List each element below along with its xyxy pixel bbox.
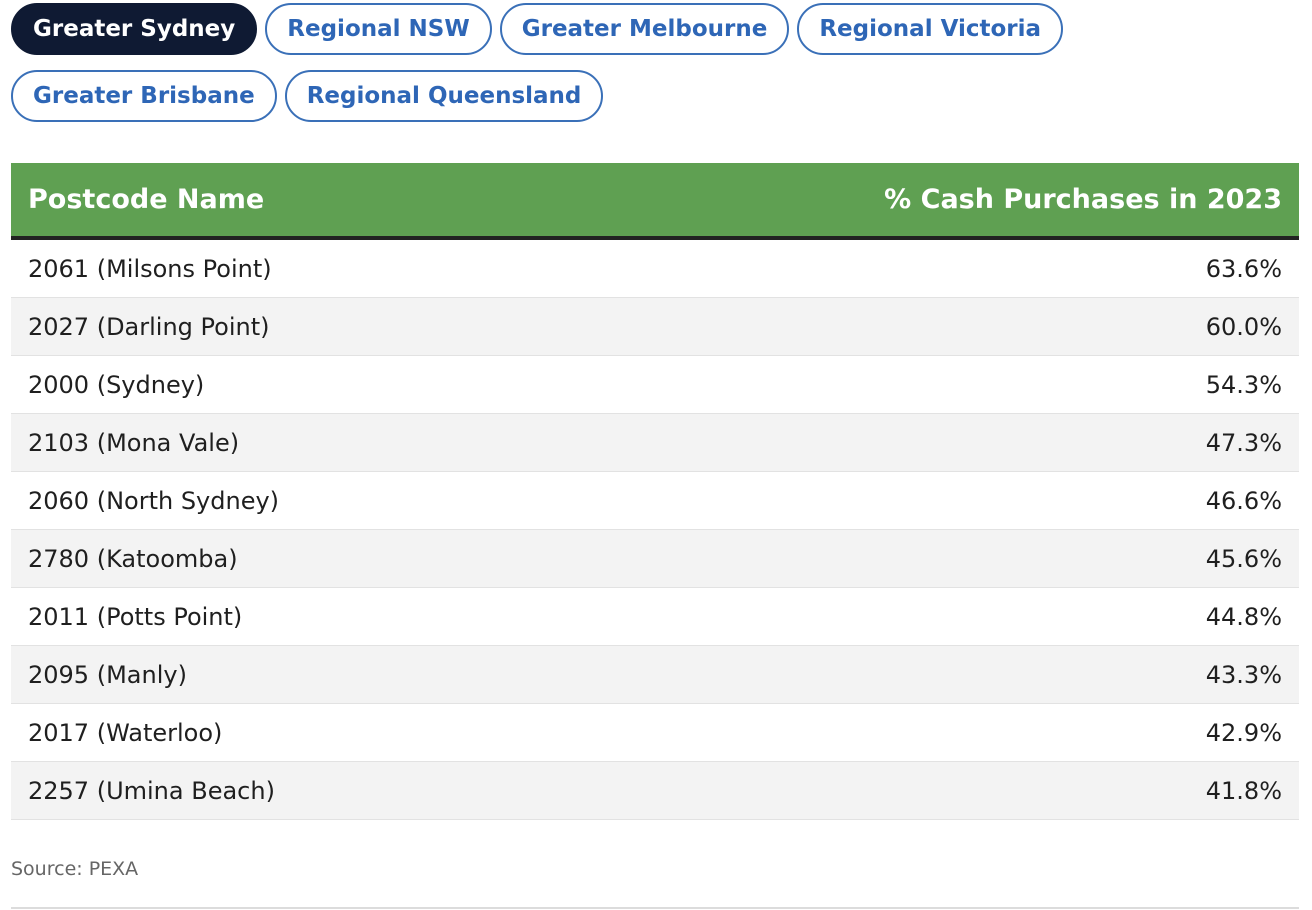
postcode-name-cell: 2000 (Sydney) (28, 370, 205, 399)
column-header-postcode-name: Postcode Name (28, 184, 265, 215)
table-body: 2061 (Milsons Point) 63.6% 2027 (Darling… (11, 240, 1299, 820)
cash-percent-cell: 63.6% (1205, 254, 1282, 283)
cash-percent-cell: 54.3% (1205, 370, 1282, 399)
table-row: 2103 (Mona Vale) 47.3% (11, 414, 1299, 472)
cash-percent-cell: 43.3% (1205, 660, 1282, 689)
postcode-name-cell: 2027 (Darling Point) (28, 312, 270, 341)
region-tabs: Greater Sydney Regional NSW Greater Melb… (11, 3, 1301, 122)
cash-purchases-table: Postcode Name % Cash Purchases in 2023 2… (11, 163, 1299, 820)
tab-regional-victoria[interactable]: Regional Victoria (797, 3, 1064, 55)
tab-greater-melbourne[interactable]: Greater Melbourne (499, 3, 790, 55)
tab-greater-brisbane[interactable]: Greater Brisbane (11, 70, 277, 122)
cash-percent-cell: 44.8% (1205, 602, 1282, 631)
table-header: Postcode Name % Cash Purchases in 2023 (11, 163, 1299, 240)
table-row: 2060 (North Sydney) 46.6% (11, 472, 1299, 530)
table-row: 2095 (Manly) 43.3% (11, 646, 1299, 704)
postcode-name-cell: 2061 (Milsons Point) (28, 254, 272, 283)
table-row: 2061 (Milsons Point) 63.6% (11, 240, 1299, 298)
cash-percent-cell: 45.6% (1205, 544, 1282, 573)
bottom-divider (11, 907, 1299, 909)
column-header-cash-purchases: % Cash Purchases in 2023 (884, 184, 1282, 215)
cash-percent-cell: 60.0% (1205, 312, 1282, 341)
table-row: 2011 (Potts Point) 44.8% (11, 588, 1299, 646)
cash-percent-cell: 47.3% (1205, 428, 1282, 457)
tab-regional-nsw[interactable]: Regional NSW (265, 3, 492, 55)
tab-regional-queensland[interactable]: Regional Queensland (284, 70, 604, 122)
table-row: 2027 (Darling Point) 60.0% (11, 298, 1299, 356)
postcode-name-cell: 2780 (Katoomba) (28, 544, 238, 573)
postcode-name-cell: 2095 (Manly) (28, 660, 187, 689)
postcode-name-cell: 2060 (North Sydney) (28, 486, 280, 515)
table-row: 2780 (Katoomba) 45.6% (11, 530, 1299, 588)
cash-percent-cell: 42.9% (1205, 718, 1282, 747)
cash-percent-cell: 41.8% (1205, 776, 1282, 805)
table-row: 2257 (Umina Beach) 41.8% (11, 762, 1299, 820)
table-row: 2000 (Sydney) 54.3% (11, 356, 1299, 414)
postcode-name-cell: 2257 (Umina Beach) (28, 776, 275, 805)
postcode-name-cell: 2011 (Potts Point) (28, 602, 243, 631)
table-row: 2017 (Waterloo) 42.9% (11, 704, 1299, 762)
source-note: Source: PEXA (11, 858, 139, 880)
cash-percent-cell: 46.6% (1205, 486, 1282, 515)
postcode-name-cell: 2103 (Mona Vale) (28, 428, 240, 457)
tab-greater-sydney[interactable]: Greater Sydney (11, 3, 258, 55)
postcode-name-cell: 2017 (Waterloo) (28, 718, 223, 747)
